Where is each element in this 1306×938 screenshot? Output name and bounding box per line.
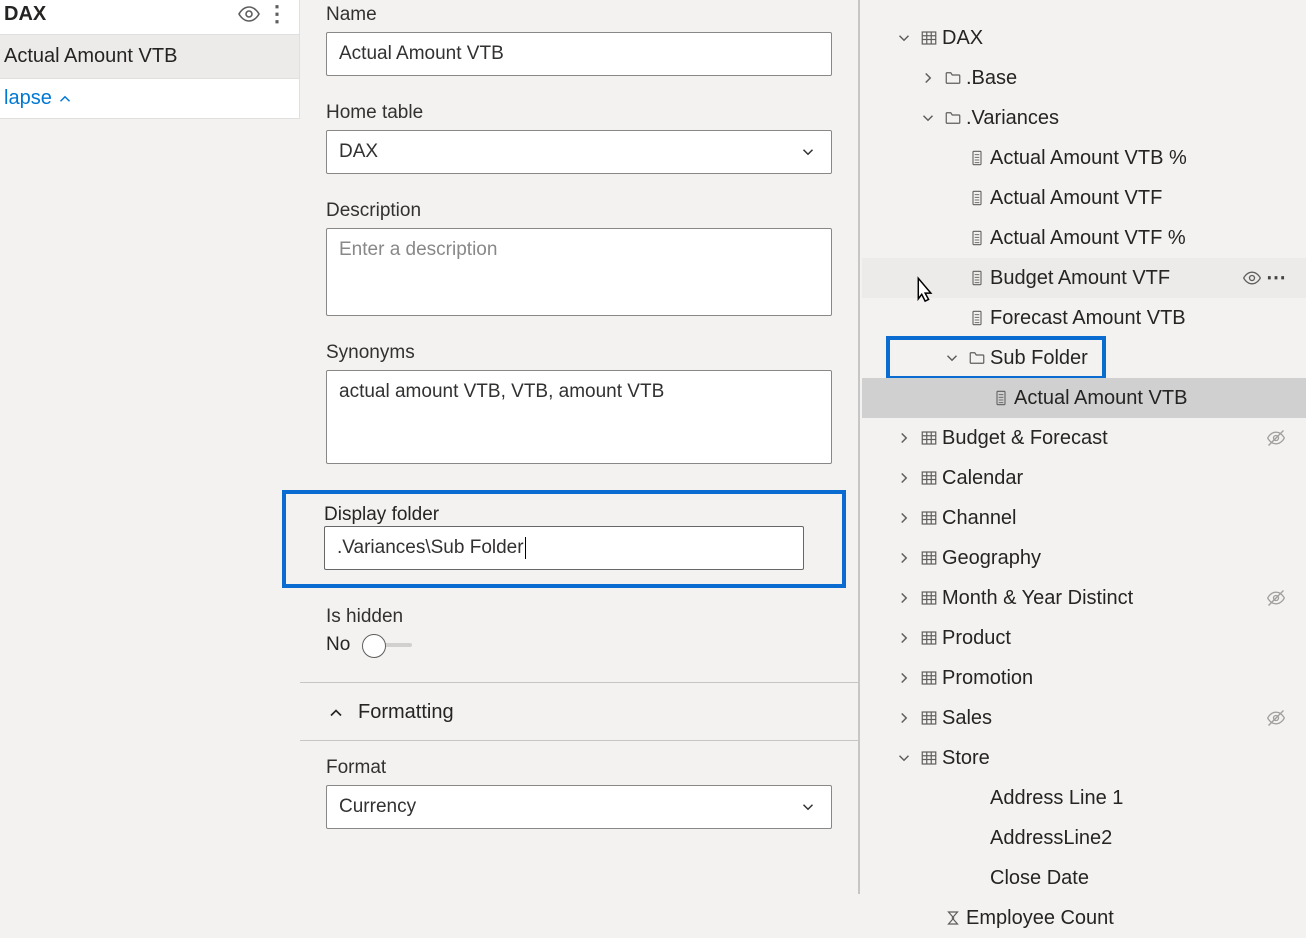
more-options-icon[interactable]: ⋮ <box>263 0 291 28</box>
measure-actual-vtb[interactable]: Actual Amount VTB <box>862 378 1306 418</box>
folder-variances[interactable]: .Variances <box>862 98 1306 138</box>
display-folder-input[interactable]: .Variances\Sub Folder <box>324 526 804 570</box>
table-icon <box>916 29 942 47</box>
chevron-down-icon <box>799 143 817 161</box>
display-folder-label: Display folder <box>324 504 439 525</box>
table-icon <box>916 509 942 527</box>
measure-icon <box>964 269 990 287</box>
format-label: Format <box>326 757 832 779</box>
table-month-year[interactable]: Month & Year Distinct <box>862 578 1306 618</box>
panel-title: DAX <box>4 3 235 26</box>
measure-icon <box>988 389 1014 407</box>
measure-actual-vtf[interactable]: Actual Amount VTF <box>862 178 1306 218</box>
is-hidden-label: Is hidden <box>326 606 832 628</box>
measure-icon <box>964 149 990 167</box>
table-store[interactable]: Store <box>862 738 1306 778</box>
folder-icon <box>940 109 966 127</box>
formatting-section-header[interactable]: Formatting <box>326 683 832 738</box>
table-product[interactable]: Product <box>862 618 1306 658</box>
description-input[interactable]: Enter a description <box>326 228 832 316</box>
table-icon <box>916 669 942 687</box>
left-panel: DAX ⋮ Actual Amount VTB lapse <box>0 0 300 119</box>
table-icon <box>916 469 942 487</box>
measure-item[interactable]: Actual Amount VTB <box>0 35 299 79</box>
hidden-icon <box>1266 428 1286 448</box>
is-hidden-value: No <box>326 634 350 656</box>
eye-icon[interactable] <box>235 0 263 28</box>
folder-icon <box>940 69 966 87</box>
column-close-date[interactable]: Close Date <box>862 858 1306 898</box>
hidden-icon <box>1266 708 1286 728</box>
table-dax[interactable]: DAX <box>862 18 1306 58</box>
text-cursor <box>525 537 526 559</box>
measure-actual-vtb-pct[interactable]: Actual Amount VTB % <box>862 138 1306 178</box>
format-value: Currency <box>339 796 416 817</box>
collapse-text: lapse <box>4 87 52 110</box>
more-icon[interactable]: ⋯ <box>1266 264 1286 292</box>
measure-icon <box>964 309 990 327</box>
column-employee-count[interactable]: Employee Count <box>862 898 1306 938</box>
synonyms-label: Synonyms <box>326 342 832 364</box>
folder-base[interactable]: .Base <box>862 58 1306 98</box>
sigma-icon <box>940 909 966 927</box>
folder-icon <box>964 349 990 367</box>
properties-panel: Name Actual Amount VTB Home table DAX De… <box>300 0 860 894</box>
table-icon <box>916 549 942 567</box>
collapse-link[interactable]: lapse <box>0 79 299 118</box>
eye-icon[interactable] <box>1242 268 1262 288</box>
table-icon <box>916 629 942 647</box>
format-select[interactable]: Currency <box>326 785 832 829</box>
home-table-select[interactable]: DAX <box>326 130 832 174</box>
name-label: Name <box>326 4 832 26</box>
table-icon <box>916 709 942 727</box>
table-sales[interactable]: Sales <box>862 698 1306 738</box>
table-channel[interactable]: Channel <box>862 498 1306 538</box>
name-input[interactable]: Actual Amount VTB <box>326 32 832 76</box>
folder-sub-folder[interactable]: Sub Folder <box>862 338 1306 378</box>
formatting-title: Formatting <box>358 701 454 724</box>
measure-actual-vtf-pct[interactable]: Actual Amount VTF % <box>862 218 1306 258</box>
table-calendar[interactable]: Calendar <box>862 458 1306 498</box>
home-table-label: Home table <box>326 102 832 124</box>
synonyms-input[interactable]: actual amount VTB, VTB, amount VTB <box>326 370 832 464</box>
table-icon <box>916 749 942 767</box>
measure-icon <box>964 189 990 207</box>
table-budget-forecast[interactable]: Budget & Forecast <box>862 418 1306 458</box>
home-table-value: DAX <box>339 141 378 162</box>
measure-icon <box>964 229 990 247</box>
fields-tree-panel: DAX .Base .Variances Actual Amount VTB %… <box>862 0 1306 894</box>
pointer-cursor-icon <box>910 276 938 308</box>
description-label: Description <box>326 200 832 222</box>
hidden-icon <box>1266 588 1286 608</box>
table-icon <box>916 429 942 447</box>
column-address-line-2[interactable]: AddressLine2 <box>862 818 1306 858</box>
table-promotion[interactable]: Promotion <box>862 658 1306 698</box>
chevron-down-icon <box>799 798 817 816</box>
is-hidden-toggle[interactable] <box>364 643 412 647</box>
display-folder-highlight: Display folder .Variances\Sub Folder <box>282 490 846 588</box>
table-icon <box>916 589 942 607</box>
panel-header: DAX ⋮ <box>0 0 299 35</box>
table-geography[interactable]: Geography <box>862 538 1306 578</box>
column-address-line-1[interactable]: Address Line 1 <box>862 778 1306 818</box>
